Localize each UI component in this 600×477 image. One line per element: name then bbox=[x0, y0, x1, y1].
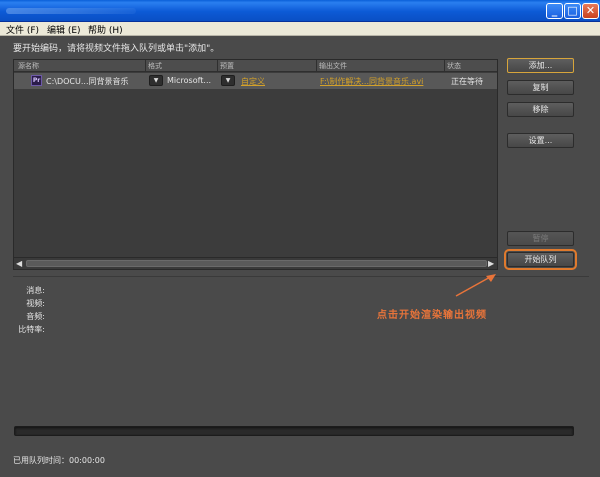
title-bar: _ □ ✕ bbox=[0, 0, 600, 22]
preset-dropdown-icon[interactable]: ▼ bbox=[221, 75, 235, 86]
column-format[interactable]: 格式 bbox=[148, 61, 162, 71]
scroll-thumb[interactable] bbox=[26, 260, 487, 267]
menu-help[interactable]: 帮助 (H) bbox=[88, 23, 123, 36]
horizontal-scrollbar[interactable]: ◀ ▶ bbox=[14, 257, 497, 269]
menu-bar: 文件 (F) 编辑 (E) 帮助 (H) bbox=[0, 22, 600, 36]
settings-button[interactable]: 设置... bbox=[507, 133, 574, 148]
premiere-icon: Pr bbox=[31, 75, 42, 86]
queue-row[interactable]: Pr C:\DOCU...同背景音乐 ▼ Microsoft... ▼ 自定义 … bbox=[14, 73, 497, 89]
format-dropdown-icon[interactable]: ▼ bbox=[149, 75, 163, 86]
queue-header: 源名称 格式 预置 输出文件 状态 bbox=[14, 60, 497, 72]
elapsed-time: 已用队列时间：00:00:00 bbox=[13, 455, 105, 466]
column-divider bbox=[217, 60, 218, 72]
encode-queue[interactable]: 源名称 格式 预置 输出文件 状态 Pr C:\DOCU...同背景音乐 ▼ M… bbox=[13, 59, 498, 270]
menu-file[interactable]: 文件 (F) bbox=[6, 23, 39, 36]
video-label: 视频: bbox=[26, 299, 45, 308]
column-preset[interactable]: 预置 bbox=[220, 61, 234, 71]
annotation-text: 点击开始渲染输出视频 bbox=[377, 310, 487, 321]
column-source[interactable]: 源名称 bbox=[18, 61, 39, 71]
source-name: C:\DOCU...同背景音乐 bbox=[46, 77, 129, 86]
start-queue-button[interactable]: 开始队列 bbox=[504, 249, 577, 270]
column-output[interactable]: 输出文件 bbox=[319, 61, 347, 71]
annotation-arrow-icon bbox=[455, 274, 496, 297]
format-value[interactable]: Microsoft... bbox=[167, 76, 211, 85]
column-divider bbox=[145, 60, 146, 72]
pause-button[interactable]: 暂停 bbox=[507, 231, 574, 246]
close-button[interactable]: ✕ bbox=[582, 3, 599, 19]
maximize-button[interactable]: □ bbox=[564, 3, 581, 19]
elapsed-label: 已用队列时间： bbox=[13, 456, 69, 465]
elapsed-value: 00:00:00 bbox=[69, 456, 105, 465]
column-status[interactable]: 状态 bbox=[447, 61, 461, 71]
message-label: 消息: bbox=[26, 286, 45, 295]
audio-label: 音频: bbox=[26, 312, 45, 321]
minimize-button[interactable]: _ bbox=[546, 3, 563, 19]
output-file-link[interactable]: F:\制作解决...同背景音乐.avi bbox=[320, 76, 423, 87]
scroll-left-icon[interactable]: ◀ bbox=[16, 259, 22, 268]
encode-progress-bar bbox=[14, 426, 574, 436]
instruction-text: 要开始编码，请将视频文件拖入队列或单击"添加"。 bbox=[13, 44, 220, 54]
preset-link[interactable]: 自定义 bbox=[241, 76, 265, 87]
section-divider bbox=[13, 276, 589, 277]
duplicate-button[interactable]: 复制 bbox=[507, 80, 574, 95]
add-button[interactable]: 添加... bbox=[507, 58, 574, 73]
window-title bbox=[6, 8, 136, 14]
column-divider bbox=[316, 60, 317, 72]
column-divider bbox=[444, 60, 445, 72]
scroll-right-icon[interactable]: ▶ bbox=[488, 259, 494, 268]
remove-button[interactable]: 移除 bbox=[507, 102, 574, 117]
bitrate-label: 比特率: bbox=[18, 325, 45, 334]
menu-edit[interactable]: 编辑 (E) bbox=[47, 23, 81, 36]
status-value: 正在等待 bbox=[451, 77, 483, 86]
